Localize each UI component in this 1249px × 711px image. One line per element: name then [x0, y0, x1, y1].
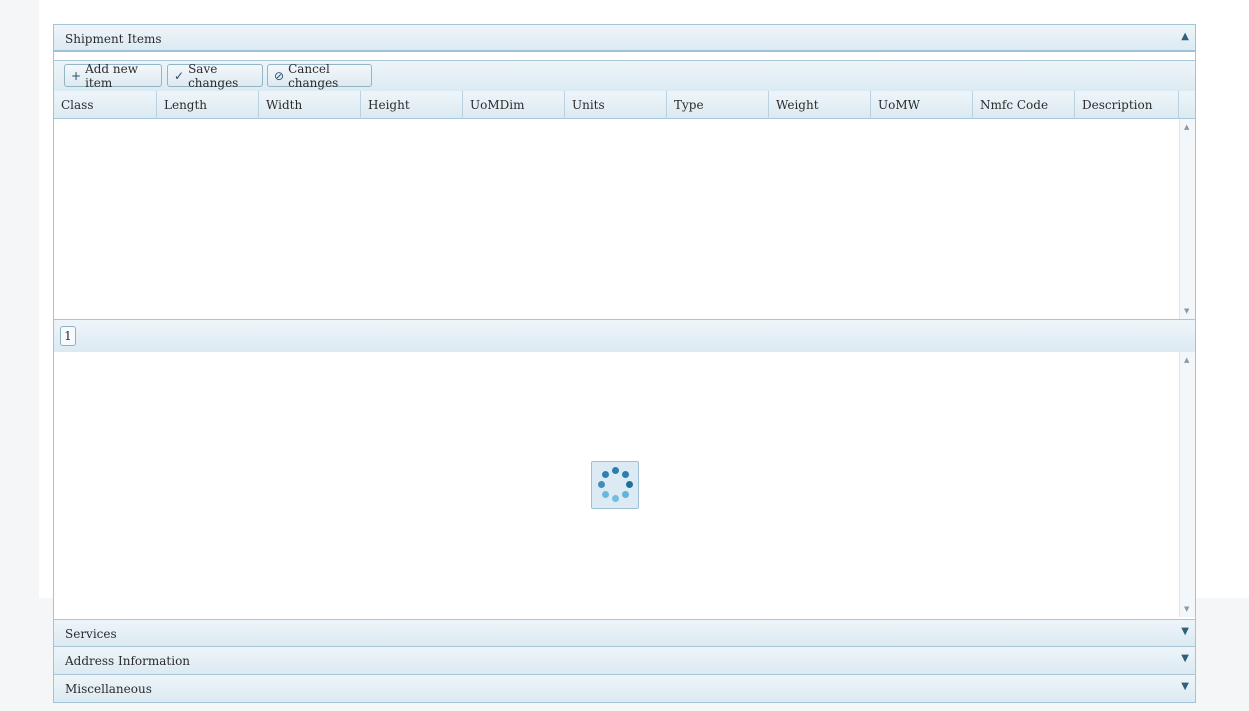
- column-header-width[interactable]: Width: [259, 91, 361, 119]
- column-header-description[interactable]: Description: [1075, 91, 1179, 119]
- add-new-item-button[interactable]: + Add new item: [64, 61, 162, 90]
- grid-pager: 1: [54, 320, 1195, 352]
- scroll-up-icon[interactable]: ▲: [1184, 123, 1189, 131]
- column-header-class[interactable]: Class: [54, 91, 157, 119]
- column-header-height[interactable]: Height: [361, 91, 463, 119]
- spinner-dot: [622, 471, 629, 478]
- cancel-icon: ⊘: [274, 68, 285, 83]
- spinner-dot: [626, 481, 633, 488]
- grid-header: Class Length Width Height UoMDim Units T…: [54, 91, 1195, 119]
- collapse-arrow-icon: ▲: [1181, 31, 1189, 42]
- column-header-type[interactable]: Type: [667, 91, 769, 119]
- grid-scrollbar[interactable]: ▲ ▼: [1179, 119, 1195, 319]
- panel-header-address-information[interactable]: Address Information ▼: [54, 647, 1195, 675]
- shipment-items-content: + Add new item ✓ Save changes ⊘ Cancel c…: [54, 53, 1195, 617]
- add-new-item-label: Add new item: [85, 61, 139, 90]
- expand-arrow-icon: ▼: [1181, 653, 1189, 664]
- page-number-button[interactable]: 1: [60, 326, 76, 346]
- expand-arrow-icon: ▼: [1181, 626, 1189, 637]
- detail-scrollbar[interactable]: ▲ ▼: [1179, 352, 1195, 617]
- column-header-length[interactable]: Length: [157, 91, 259, 119]
- save-changes-label: Save changes: [188, 61, 239, 90]
- scroll-up-icon[interactable]: ▲: [1184, 356, 1189, 364]
- spinner-dot: [598, 481, 605, 488]
- column-header-weight[interactable]: Weight: [769, 91, 871, 119]
- panel-bar: Shipment Items ▲ + Add new item ✓ Save c…: [53, 24, 1196, 703]
- expand-arrow-icon: ▼: [1181, 681, 1189, 692]
- scroll-down-icon[interactable]: ▼: [1184, 605, 1189, 613]
- scroll-down-icon[interactable]: ▼: [1184, 307, 1189, 315]
- spinner-dot: [602, 471, 609, 478]
- panel-header-shipment-items[interactable]: Shipment Items ▲: [54, 25, 1195, 52]
- save-changes-button[interactable]: ✓ Save changes: [167, 61, 263, 90]
- grid-toolbar: + Add new item ✓ Save changes ⊘ Cancel c…: [54, 60, 1195, 91]
- loading-area: ▲ ▼: [54, 352, 1195, 617]
- panel-title: Miscellaneous: [65, 682, 152, 696]
- plus-icon: +: [71, 68, 82, 83]
- check-icon: ✓: [174, 68, 185, 83]
- spinner-dot: [622, 491, 629, 498]
- cancel-changes-button[interactable]: ⊘ Cancel changes: [267, 61, 372, 90]
- loading-spinner-icon: [591, 461, 639, 509]
- spinner-dot: [612, 467, 619, 474]
- spinner-dot: [612, 495, 619, 502]
- panel-title: Address Information: [65, 654, 191, 668]
- grid-body: ▲ ▼: [54, 119, 1195, 320]
- column-header-uomdim[interactable]: UoMDim: [463, 91, 565, 119]
- panel-header-services[interactable]: Services ▼: [54, 619, 1195, 647]
- column-header-nmfc-code[interactable]: Nmfc Code: [973, 91, 1075, 119]
- column-header-uomw[interactable]: UoMW: [871, 91, 973, 119]
- spinner-dot: [602, 491, 609, 498]
- panel-title: Services: [65, 627, 117, 641]
- panel-header-miscellaneous[interactable]: Miscellaneous ▼: [54, 675, 1195, 702]
- cancel-changes-label: Cancel changes: [288, 61, 339, 90]
- column-header-units[interactable]: Units: [565, 91, 667, 119]
- panel-title: Shipment Items: [65, 32, 162, 46]
